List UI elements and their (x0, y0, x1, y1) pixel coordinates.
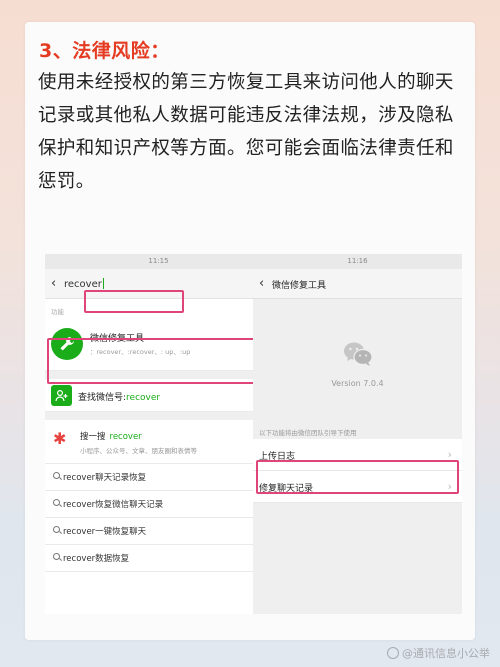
search-icon (53, 499, 60, 506)
search-highlight-box (84, 290, 184, 313)
search-input[interactable]: recover (64, 278, 104, 290)
sousou-icon: ✱ (53, 429, 67, 448)
text-caret (102, 278, 104, 289)
wechat-logo-icon (344, 342, 373, 366)
search-icon (53, 472, 60, 479)
sousou-query: recover (109, 432, 142, 442)
version-label: Version 7.0.4 (331, 379, 384, 388)
suggestion-label: recover聊天记录恢复 (63, 473, 147, 483)
search-screen: 11:15 ‹ recover × 功能 微信修复工具 ：recover、:re… (45, 254, 272, 614)
search-wechat-id-label: 查找微信号:recover (78, 390, 160, 403)
add-contact-icon (51, 385, 72, 406)
wechat-id-query: recover (126, 393, 161, 403)
sousou-row[interactable]: ✱ 搜一搜 recover 小程序、公众号、文章、朋友圈和表情等 (45, 420, 272, 464)
suggestion-item[interactable]: recover恢复微信聊天记录 (45, 491, 272, 518)
screen-title: 微信修复工具 (272, 281, 327, 291)
suggestion-item[interactable]: recover聊天记录恢复 (45, 464, 272, 491)
watermark-text: @通讯信息小公举 (402, 647, 490, 660)
suggestion-label: recover恢复微信聊天记录 (63, 500, 164, 510)
repair-tool-screen: 11:16 ‹ 微信修复工具 Version 7.0.4 以下功能将由微信团队引… (253, 254, 462, 614)
search-icon (53, 553, 60, 560)
sousou-label: 搜一搜 (80, 432, 106, 442)
section-heading: 3、法律风险： (39, 40, 170, 62)
suggestion-item[interactable]: recover一键恢复聊天 (45, 518, 272, 545)
logo-area: Version 7.0.4 (253, 299, 462, 427)
sousou-title: 搜一搜 recover (80, 430, 142, 442)
app-highlight-box (47, 338, 259, 384)
back-arrow-icon[interactable]: ‹ (259, 276, 264, 291)
suggestion-label: recover一键恢复聊天 (63, 527, 147, 537)
search-value: recover (64, 279, 102, 290)
status-time: 11:15 (148, 257, 169, 265)
status-time: 11:16 (347, 257, 368, 265)
status-bar: 11:15 (45, 254, 272, 269)
suggestion-label: recover数据恢复 (63, 554, 130, 564)
wechat-id-prefix: 查找微信号: (78, 393, 127, 403)
watermark: @通讯信息小公举 (387, 645, 490, 661)
search-icon (53, 526, 60, 533)
status-bar: 11:16 (253, 254, 462, 269)
suggestion-item[interactable]: recover数据恢复 (45, 545, 272, 572)
title-bar: ‹ 微信修复工具 (253, 269, 462, 299)
sousou-subtitle: 小程序、公众号、文章、朋友圈和表情等 (80, 447, 197, 455)
repair-highlight-box (256, 460, 459, 494)
watermark-logo-icon (387, 647, 399, 659)
back-arrow-icon[interactable]: ‹ (51, 276, 56, 291)
article-card: 3、法律风险： 使用未经授权的第三方恢复工具来访问他人的聊天记录或其他私人数据可… (25, 22, 475, 640)
notice-text: 以下功能将由微信团队引导下使用 (259, 429, 357, 437)
article-paragraph: 使用未经授权的第三方恢复工具来访问他人的聊天记录或其他私人数据可能违反法律法规，… (38, 72, 454, 192)
divider (45, 412, 272, 420)
